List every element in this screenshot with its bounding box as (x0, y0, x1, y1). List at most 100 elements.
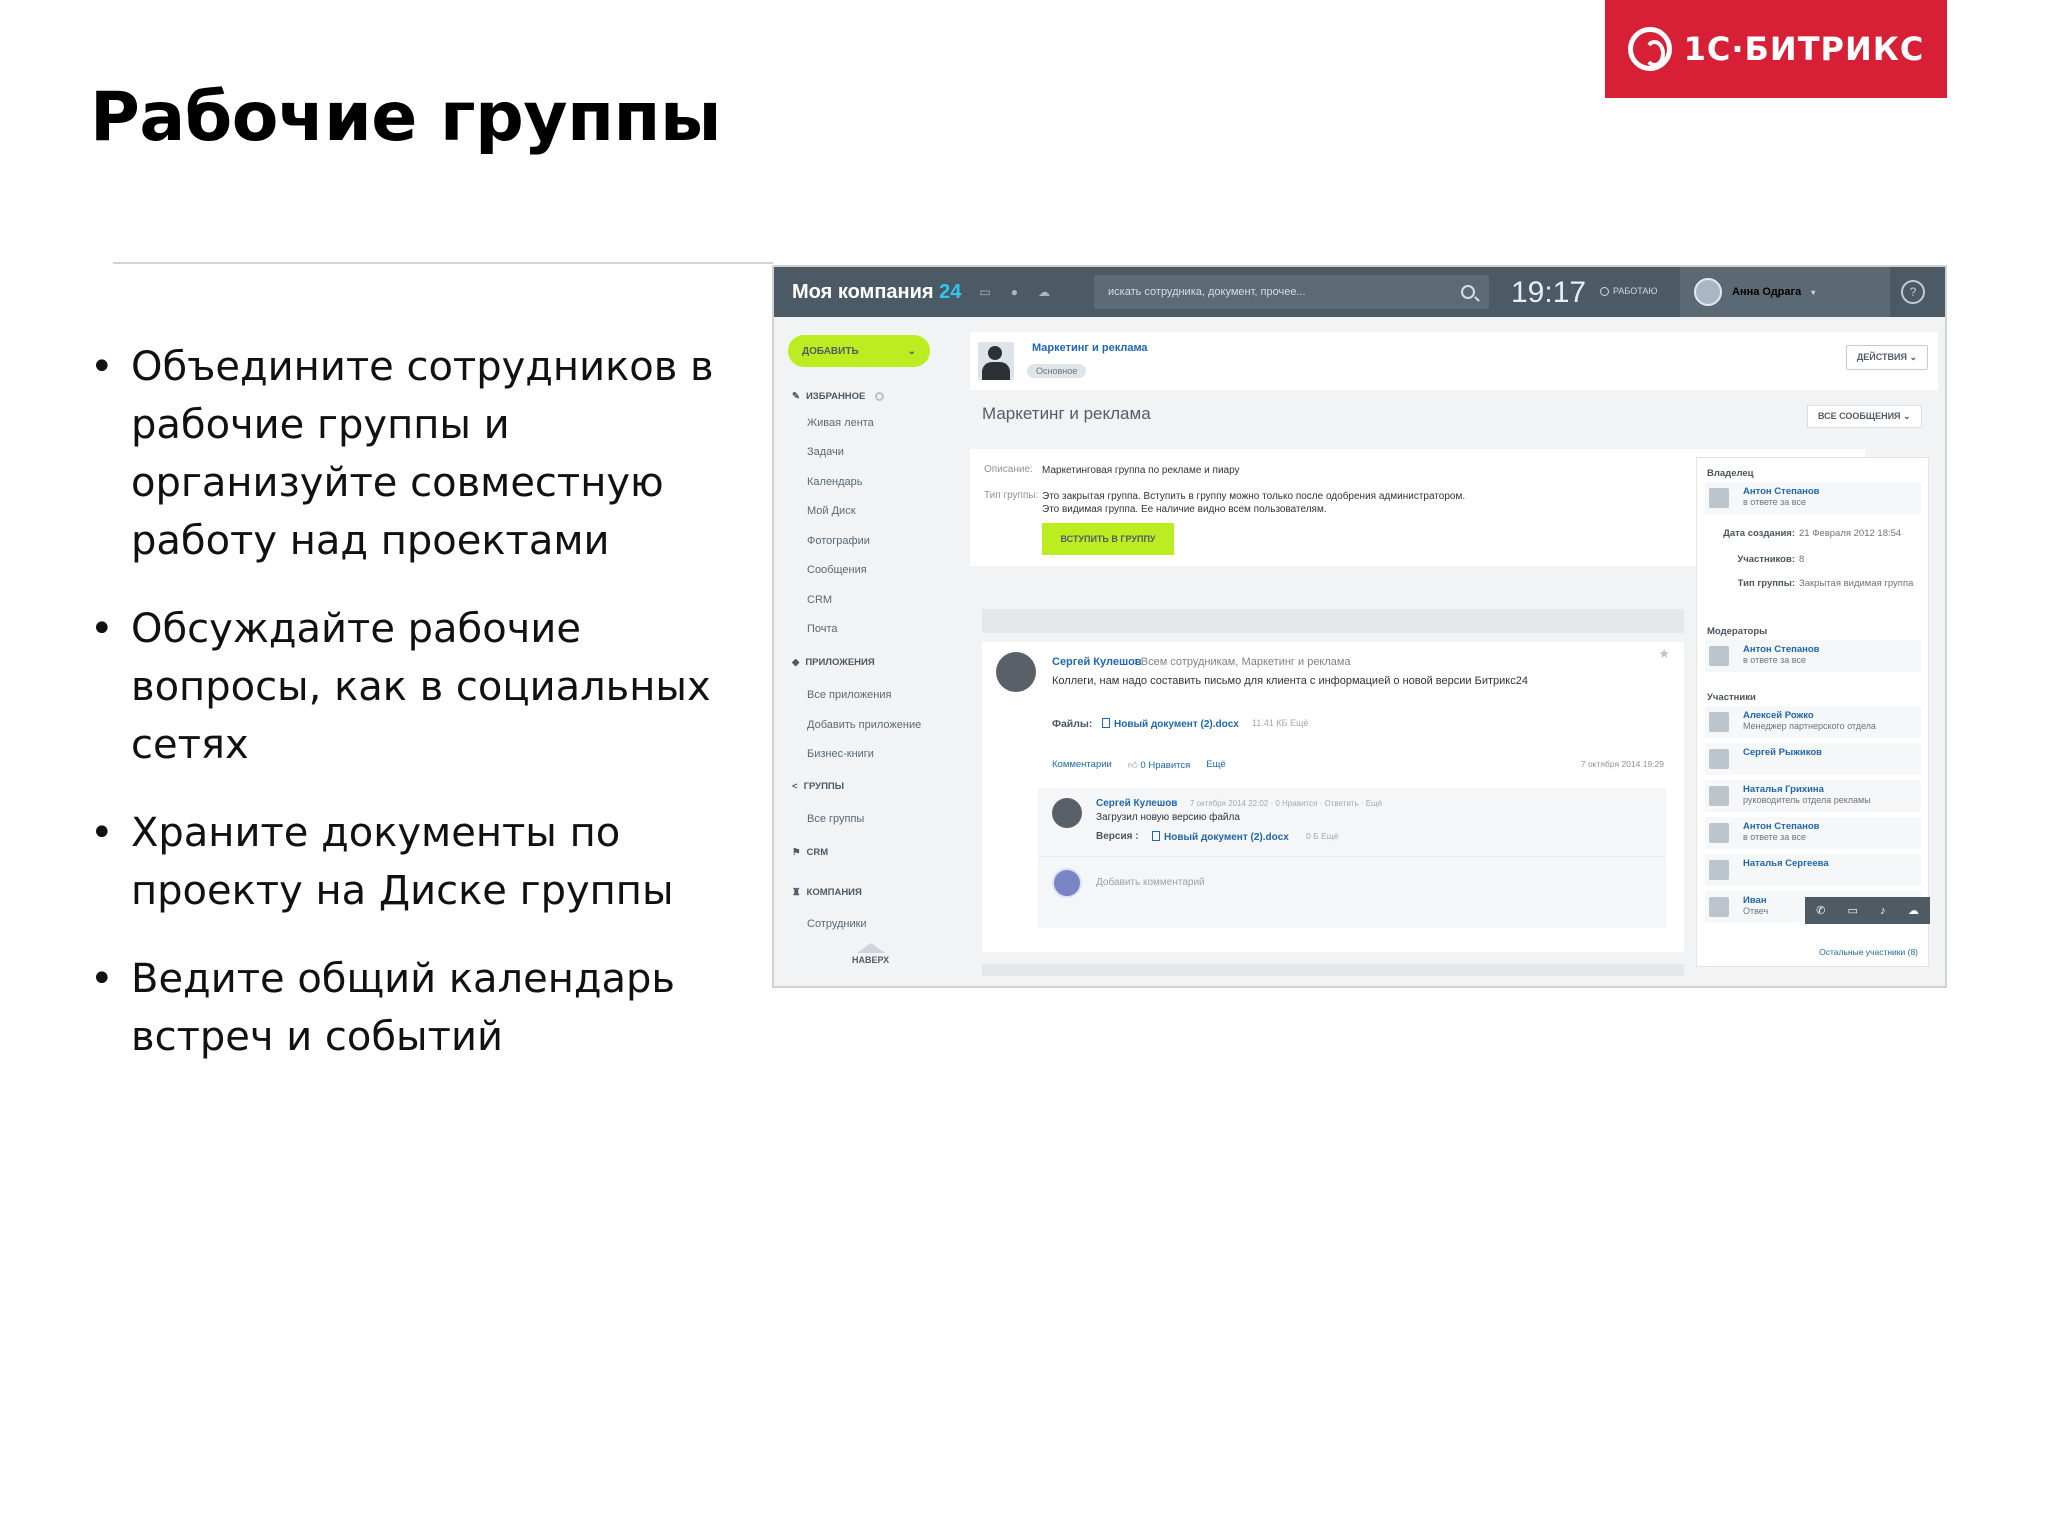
participants-heading: Участники (1707, 692, 1756, 703)
version-label: Версия : (1096, 831, 1139, 842)
menu-item-all-groups[interactable]: Все группы (807, 813, 864, 825)
comment-text: Загрузил новую версию файла (1096, 812, 1240, 823)
group-avatar[interactable] (978, 342, 1014, 380)
pin-icon: ✎ (792, 391, 800, 402)
like-button[interactable]: 👍︎ 0 Нравится (1128, 759, 1190, 771)
star-icon[interactable]: ★ (1658, 646, 1670, 662)
left-menu: ДОБАВИТЬ ⌄ ✎ ИЗБРАННОЕ Живая лента Задач… (774, 317, 969, 986)
menu-item-tasks[interactable]: Задачи (807, 446, 844, 458)
avatar (1709, 488, 1729, 508)
help-button[interactable]: ? (1901, 280, 1925, 304)
avatar (1709, 823, 1729, 843)
arrow-up-icon (856, 943, 885, 953)
description-label: Описание: (984, 464, 1033, 475)
menu-item-crm[interactable]: CRM (807, 594, 832, 606)
menu-item-mail[interactable]: Почта (807, 623, 838, 635)
top-icons: ▭ ● ☁ (979, 285, 1050, 299)
notification-icon[interactable]: ● (1011, 285, 1018, 299)
gear-icon[interactable] (875, 392, 885, 401)
section-groups[interactable]: < ГРУППЫ (792, 781, 844, 792)
building-icon: ♜ (792, 887, 801, 898)
participant-card[interactable]: Наталья Сергеева (1705, 854, 1921, 886)
files-label: Файлы: (1052, 718, 1093, 730)
owner-heading: Владелец (1707, 468, 1754, 479)
avatar[interactable] (996, 652, 1036, 692)
comment-divider (1038, 856, 1666, 857)
scroll-up-button[interactable]: НАВЕРХ (852, 943, 889, 965)
participant-card[interactable]: Сергей Рыжиков (1705, 743, 1921, 775)
bullet-list: Объедините сотрудников в рабочие группы … (90, 338, 760, 1096)
cloud-icon[interactable]: ☁ (1038, 285, 1050, 299)
menu-item-calendar[interactable]: Календарь (807, 476, 863, 488)
description-value: Маркетинговая группа по рекламе и пиару (1042, 465, 1240, 476)
chat-icon[interactable]: ▭ (1848, 904, 1858, 917)
section-company[interactable]: ♜ КОМПАНИЯ (792, 887, 862, 898)
apps-icon: ◆ (792, 657, 800, 668)
more-participants-link[interactable]: Остальные участники (8) (1819, 947, 1918, 957)
version-file-meta[interactable]: 0 Б Ещё (1306, 831, 1338, 841)
brand-logo: 1С·БИТРИКС (1605, 0, 1947, 98)
document-icon (1102, 718, 1110, 728)
document-icon (1152, 831, 1160, 841)
menu-item-business-books[interactable]: Бизнес-книги (807, 748, 874, 760)
more-button[interactable]: Ещё (1206, 759, 1225, 771)
all-messages-button[interactable]: ВСЕ СООБЩЕНИЯ ⌄ (1807, 405, 1922, 428)
status-icon (1600, 286, 1609, 296)
actions-button[interactable]: ДЕЙСТВИЯ ⌄ (1845, 345, 1928, 370)
menu-item-photos[interactable]: Фотографии (807, 535, 870, 547)
bullet-item: Ведите общий календарь встреч и событий (90, 950, 760, 1066)
moderators-heading: Модераторы (1707, 626, 1768, 637)
avatar[interactable] (1052, 798, 1082, 828)
group-name-link[interactable]: Маркетинг и реклама (1032, 342, 1148, 354)
post-author-link[interactable]: Сергей Кулешов (1052, 656, 1142, 668)
avatar (1709, 749, 1729, 769)
bell-icon[interactable]: ♪ (1880, 905, 1886, 917)
section-apps[interactable]: ◆ ПРИЛОЖЕНИЯ (792, 657, 875, 668)
join-group-button[interactable]: ВСТУПИТЬ В ГРУППУ (1042, 523, 1174, 555)
menu-item-all-apps[interactable]: Все приложения (807, 689, 891, 701)
participant-card[interactable]: Алексей Рожко Менеджер партнерского отде… (1705, 706, 1921, 738)
file-link[interactable]: Новый документ (2).docx (1102, 718, 1239, 730)
chat-icon[interactable]: ▭ (979, 285, 990, 299)
type-value-1: Это закрытая группа. Вступить в группу м… (1042, 491, 1466, 502)
add-comment-input[interactable]: Добавить комментарий (1096, 877, 1205, 888)
feed-divider (982, 964, 1684, 976)
moderator-card[interactable]: Антон Степанов в ответе за все (1705, 640, 1921, 672)
chevron-down-icon: ▾ (1811, 287, 1816, 297)
menu-item-messages[interactable]: Сообщения (807, 564, 867, 576)
owner-card[interactable]: Антон Степанов в ответе за все (1705, 482, 1921, 514)
version-file-link[interactable]: Новый документ (2).docx (1152, 831, 1289, 843)
avatar (1694, 278, 1722, 306)
work-status-button[interactable]: РАБОТАЮ (1600, 286, 1658, 296)
avatar (1709, 786, 1729, 806)
search-bar[interactable] (1094, 275, 1489, 309)
page-title: Маркетинг и реклама (982, 404, 1151, 423)
group-type-row: Тип группы: Закрытая видимая группа (1737, 578, 1914, 589)
group-tag-badge: Основное (1027, 364, 1087, 378)
clock: 19:17 (1511, 276, 1587, 309)
participant-card[interactable]: Наталья Грихина руководитель отдела рекл… (1705, 780, 1921, 812)
add-button[interactable]: ДОБАВИТЬ ⌄ (788, 335, 930, 367)
file-meta[interactable]: 11.41 КБ Ещё (1252, 718, 1308, 728)
participant-card[interactable]: Антон Степанов в ответе за все (1705, 817, 1921, 849)
comment-author-link[interactable]: Сергей Кулешов (1096, 798, 1177, 809)
section-crm[interactable]: ⚑ CRM (792, 847, 828, 858)
chevron-right-icon: › (1134, 656, 1141, 668)
search-icon[interactable] (1461, 285, 1475, 299)
comment-meta[interactable]: 7 октября 2014 22:02 · 0 Нравится · Отве… (1190, 799, 1382, 808)
logo-text: 1С·БИТРИКС (1683, 30, 1925, 68)
menu-item-add-app[interactable]: Добавить приложение (807, 719, 921, 731)
company-name[interactable]: Моя компания 24 (774, 281, 961, 304)
search-input[interactable] (1108, 286, 1461, 298)
comments-link[interactable]: Комментарии (1052, 759, 1112, 771)
user-menu[interactable]: Анна Одрага ▾ (1680, 267, 1890, 317)
menu-item-employees[interactable]: Сотрудники (807, 918, 867, 930)
title-divider (113, 262, 773, 264)
menu-item-live-feed[interactable]: Живая лента (807, 417, 874, 429)
section-favorites[interactable]: ✎ ИЗБРАННОЕ (792, 391, 885, 402)
cloud-icon[interactable]: ☁ (1908, 904, 1919, 917)
phone-icon[interactable]: ✆ (1816, 904, 1825, 917)
post-date: 7 октября 2014 19:29 (1580, 759, 1664, 769)
menu-item-drive[interactable]: Мой Диск (807, 505, 856, 517)
chevron-down-icon: ⌄ (1909, 352, 1917, 362)
